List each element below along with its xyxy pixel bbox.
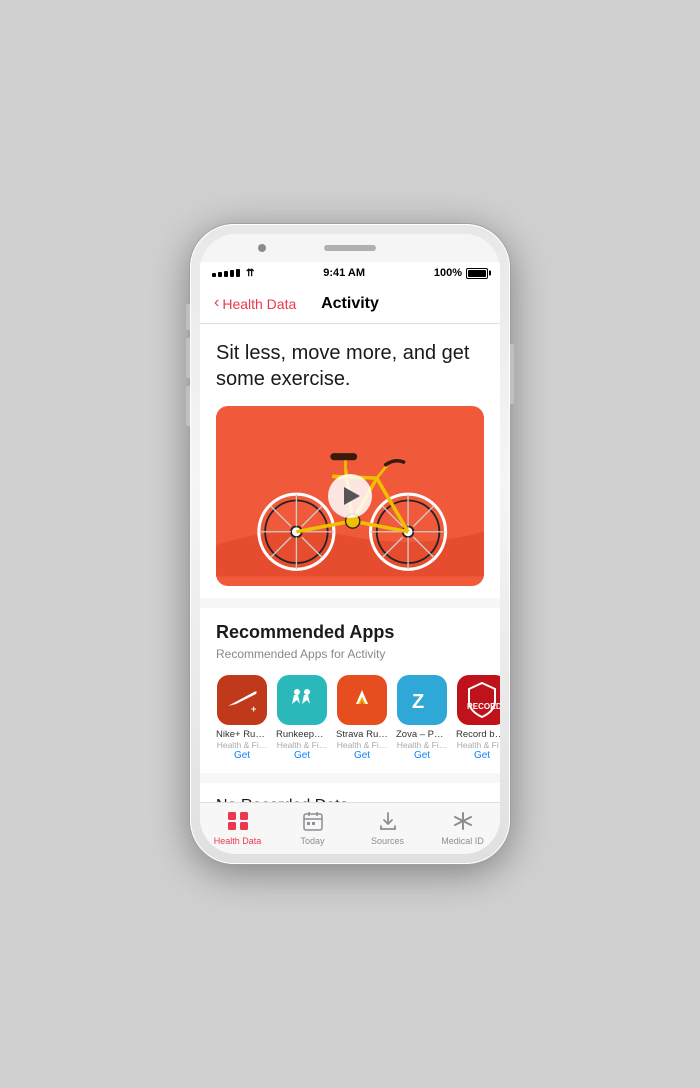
app-item-record[interactable]: RECORD Record by… Health & Fi… Get: [456, 675, 500, 761]
hero-text: Sit less, move more, and get some exerci…: [216, 340, 484, 392]
tab-bar: Health Data Today: [200, 802, 500, 854]
play-icon: [344, 487, 360, 505]
battery-percent: 100%: [434, 267, 462, 279]
back-label: Health Data: [222, 296, 296, 312]
phone-frame: ⇈ 9:41 AM 100% ‹ Health Data Activity Si…: [190, 224, 510, 864]
status-left: ⇈: [212, 268, 254, 279]
app-item-zova[interactable]: Z Zova – Per… Health & Fi… Get: [396, 675, 448, 761]
volume-down-button[interactable]: [186, 386, 190, 426]
app-item-strava[interactable]: Strava Run… Health & Fi… Get: [336, 675, 388, 761]
app-category-record: Health & Fi…: [457, 740, 500, 750]
phone-top-notch: [200, 234, 500, 262]
video-card[interactable]: [216, 406, 484, 586]
app-name-runkeeper: Runkeeper…: [276, 729, 328, 740]
svg-text:RECORD: RECORD: [467, 702, 500, 711]
main-content: Sit less, move more, and get some exerci…: [200, 324, 500, 802]
phone-screen: ⇈ 9:41 AM 100% ‹ Health Data Activity Si…: [200, 234, 500, 854]
app-name-nike: Nike+ Run…: [216, 729, 268, 740]
sources-download-icon: [378, 811, 398, 834]
front-camera: [258, 244, 266, 252]
app-name-record: Record by…: [456, 729, 500, 740]
tab-sources[interactable]: Sources: [350, 803, 425, 854]
status-time: 9:41 AM: [323, 267, 365, 279]
app-name-strava: Strava Run…: [336, 729, 388, 740]
navigation-bar: ‹ Health Data Activity: [200, 284, 500, 324]
app-get-zova[interactable]: Get: [414, 750, 430, 761]
app-category-runkeeper: Health & Fi…: [277, 740, 328, 750]
page-title: Activity: [321, 295, 379, 313]
app-get-record[interactable]: Get: [474, 750, 490, 761]
wifi-icon: ⇈: [246, 268, 254, 279]
tab-today[interactable]: Today: [275, 803, 350, 854]
svg-text:Z: Z: [412, 691, 424, 713]
status-right: 100%: [434, 267, 488, 279]
power-button[interactable]: [510, 344, 514, 404]
apps-grid: + Nike+ Run… Health & Fi… Get: [216, 675, 484, 761]
recommended-apps-section: Recommended Apps Recommended Apps for Ac…: [200, 608, 500, 773]
strava-logo-icon: [344, 682, 380, 718]
app-category-strava: Health & Fi…: [337, 740, 388, 750]
tab-health-data[interactable]: Health Data: [200, 803, 275, 854]
earpiece-speaker: [324, 245, 376, 251]
record-logo-icon: RECORD: [457, 675, 500, 725]
app-icon-record: RECORD: [457, 675, 500, 725]
app-get-nike[interactable]: Get: [234, 750, 250, 761]
today-calendar-icon: [303, 811, 323, 834]
app-name-zova: Zova – Per…: [396, 729, 448, 740]
app-icon-strava: [337, 675, 387, 725]
recommended-apps-subtitle: Recommended Apps for Activity: [216, 647, 484, 661]
play-button[interactable]: [328, 474, 372, 518]
app-icon-runkeeper: [277, 675, 327, 725]
health-data-icon: [227, 811, 249, 834]
signal-icon: [212, 269, 240, 277]
runkeeper-logo-icon: [284, 682, 320, 718]
app-item-runkeeper[interactable]: Runkeeper… Health & Fi… Get: [276, 675, 328, 761]
battery-icon: [466, 268, 488, 279]
recommended-apps-title: Recommended Apps: [216, 622, 484, 643]
battery-fill: [468, 270, 486, 277]
mute-button[interactable]: [186, 304, 190, 330]
tab-medical-id-label: Medical ID: [441, 836, 484, 846]
svg-text:+: +: [251, 704, 256, 714]
app-category-nike: Health & Fi…: [217, 740, 268, 750]
hero-section: Sit less, move more, and get some exerci…: [200, 324, 500, 598]
app-icon-nike: +: [217, 675, 267, 725]
status-bar: ⇈ 9:41 AM 100%: [200, 262, 500, 284]
app-category-zova: Health & Fi…: [397, 740, 448, 750]
zova-logo-icon: Z: [404, 682, 440, 718]
app-get-strava[interactable]: Get: [354, 750, 370, 761]
tab-sources-label: Sources: [371, 836, 404, 846]
chevron-left-icon: ‹: [214, 294, 219, 312]
back-button[interactable]: ‹ Health Data: [214, 295, 296, 312]
tab-today-label: Today: [300, 836, 324, 846]
calendar-icon: [303, 811, 323, 831]
asterisk-icon: [453, 811, 473, 831]
no-recorded-data-section: No Recorded Data: [200, 783, 500, 802]
app-icon-zova: Z: [397, 675, 447, 725]
nike-logo-icon: +: [224, 682, 260, 718]
app-get-runkeeper[interactable]: Get: [294, 750, 310, 761]
download-icon: [378, 811, 398, 831]
tab-health-data-label: Health Data: [214, 836, 262, 846]
volume-up-button[interactable]: [186, 338, 190, 378]
app-item-nike[interactable]: + Nike+ Run… Health & Fi… Get: [216, 675, 268, 761]
health-data-grid-icon: [227, 811, 249, 831]
tab-medical-id[interactable]: Medical ID: [425, 803, 500, 854]
medical-id-icon: [453, 811, 473, 834]
